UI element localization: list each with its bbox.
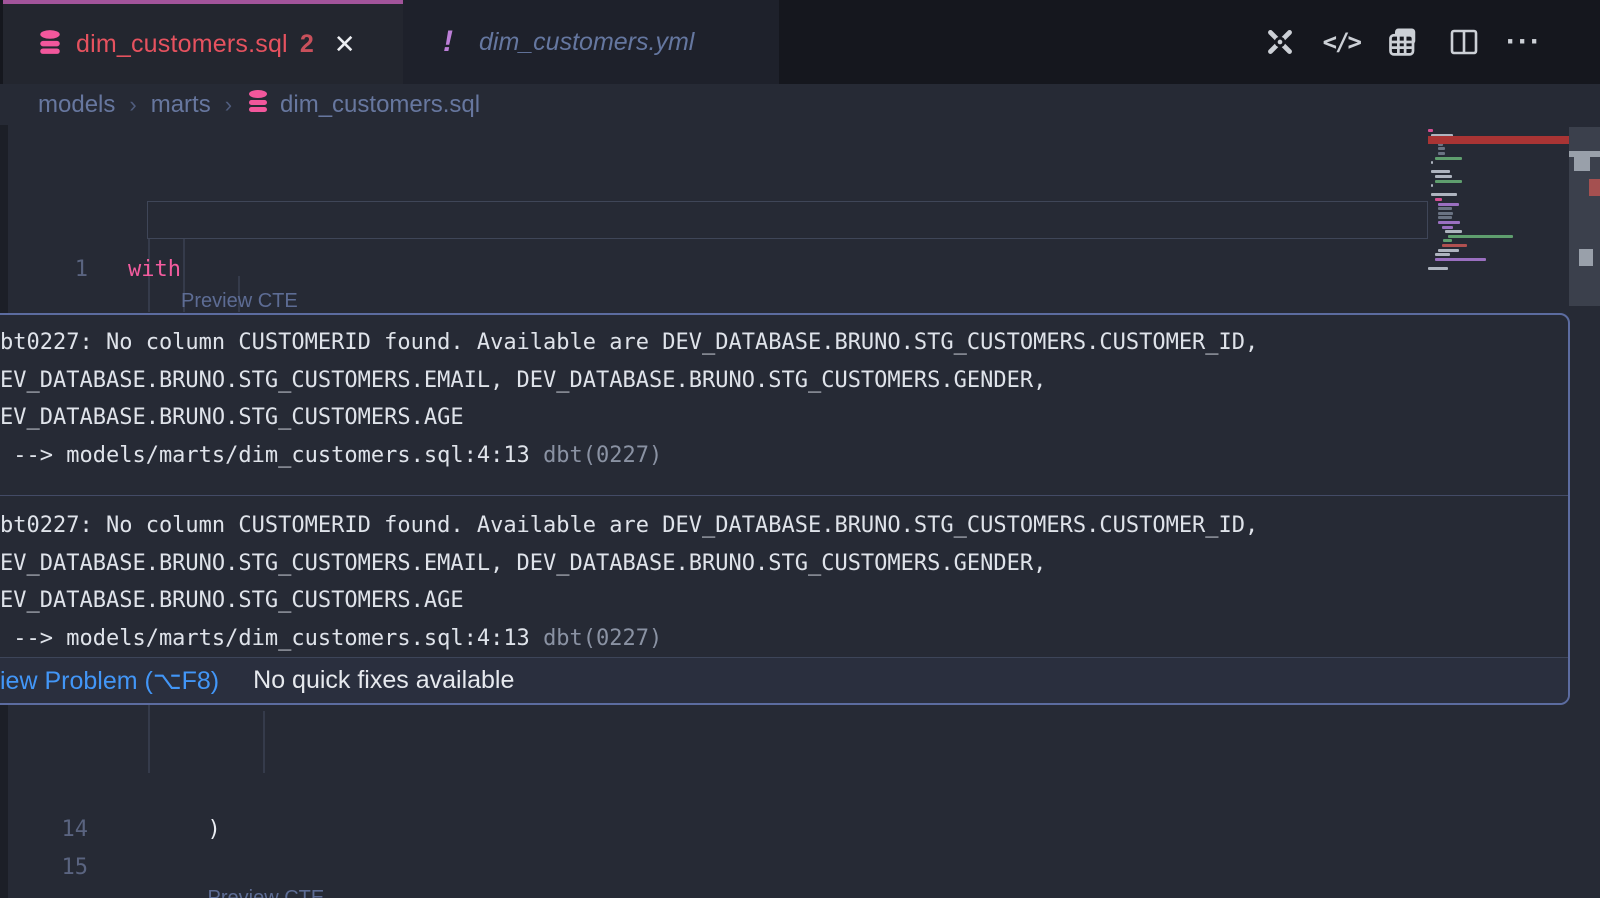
- minimap-line: [1428, 267, 1448, 270]
- line-number: 14: [0, 817, 88, 842]
- minimap-line: [1438, 147, 1445, 150]
- view-problem-link[interactable]: iew Problem (⌥F8): [0, 666, 219, 696]
- scrollbar: [1569, 125, 1600, 898]
- minimap-line: [1431, 170, 1450, 173]
- code-text: with: [128, 257, 181, 282]
- minimap-line: [1438, 212, 1453, 215]
- split-editor-icon[interactable]: [1448, 26, 1480, 58]
- chevron-right-icon: ›: [225, 92, 232, 118]
- minimap-line: [1438, 216, 1452, 219]
- error-message-line: EV_DATABASE.BRUNO.STG_CUSTOMERS.EMAIL, D…: [0, 545, 1560, 583]
- minimap-line: [1445, 230, 1462, 233]
- tab-badge: 2: [300, 30, 314, 59]
- more-actions-icon[interactable]: ···: [1506, 36, 1542, 48]
- query-results-icon[interactable]: [1386, 24, 1422, 60]
- code-token: ): [208, 817, 221, 842]
- code-text: ): [208, 817, 221, 842]
- minimap-line: [1442, 244, 1468, 247]
- dbt-icon[interactable]: [1263, 25, 1297, 59]
- error-location-line: --> models/marts/dim_customers.sql:4:13 …: [0, 620, 1560, 658]
- no-quick-fixes-label: No quick fixes available: [253, 666, 514, 695]
- error-source-code: dbt(0227): [543, 626, 662, 651]
- breadcrumb: models › marts › dim_customers.sql: [0, 84, 1600, 125]
- error-location: --> models/marts/dim_customers.sql:4:13: [0, 443, 543, 468]
- minimap-line: [1435, 180, 1462, 183]
- error-exclamation-icon: !: [443, 25, 453, 59]
- breadcrumb-marts[interactable]: marts: [151, 91, 211, 119]
- minimap-line: [1435, 198, 1442, 201]
- popup-status-bar: iew Problem (⌥F8) No quick fixes availab…: [0, 657, 1570, 703]
- code-lens-preview-cte[interactable]: Preview CTE: [208, 887, 325, 898]
- minimap-line: [1448, 235, 1513, 238]
- minimap-line: [1435, 253, 1450, 256]
- error-location-line: --> models/marts/dim_customers.sql:4:13 …: [0, 437, 1560, 475]
- minimap-line: [1431, 193, 1457, 196]
- minimap-line: [1438, 249, 1458, 252]
- database-icon: [37, 29, 63, 60]
- tab-dim-customers-yml[interactable]: ! dim_customers.yml: [403, 0, 779, 84]
- error-message-2: bt0227: No column CUSTOMERID found. Avai…: [0, 507, 1560, 657]
- error-location: --> models/marts/dim_customers.sql:4:13: [0, 626, 543, 651]
- minimap-line: [1438, 203, 1458, 206]
- code-line-1[interactable]: 1 with: [0, 251, 1430, 288]
- minimap-line: [1435, 258, 1486, 261]
- compile-code-icon[interactable]: </>: [1323, 28, 1360, 56]
- editor-actions-group: </> ···: [1263, 0, 1542, 84]
- minimap-line: [1431, 184, 1433, 187]
- vscode-window: dim_customers.sql 2 ✕ ! dim_customers.ym…: [0, 0, 1600, 898]
- error-message-line: EV_DATABASE.BRUNO.STG_CUSTOMERS.AGE: [0, 582, 1560, 620]
- database-icon: [246, 89, 270, 120]
- overview-ruler-decoration: [1579, 249, 1593, 266]
- tab-label: dim_customers.sql: [76, 30, 288, 59]
- minimap-line: [1431, 161, 1433, 164]
- tab-label: dim_customers.yml: [479, 28, 694, 57]
- error-message-line: EV_DATABASE.BRUNO.STG_CUSTOMERS.EMAIL, D…: [0, 362, 1560, 400]
- code-line-15[interactable]: 15: [0, 849, 1430, 886]
- code-token: with: [128, 257, 181, 282]
- error-hover-popup: bt0227: No column CUSTOMERID found. Avai…: [0, 313, 1570, 705]
- minimap-line: [1428, 129, 1433, 132]
- popup-divider: [0, 495, 1570, 496]
- error-message-line: bt0227: No column CUSTOMERID found. Avai…: [0, 324, 1560, 362]
- overview-ruler-error-decoration: [1589, 179, 1600, 196]
- editor-tab-bar: dim_customers.sql 2 ✕ ! dim_customers.ym…: [0, 0, 1600, 84]
- minimap-line: [1438, 207, 1452, 210]
- minimap-line: [1438, 152, 1445, 155]
- error-message-1: bt0227: No column CUSTOMERID found. Avai…: [0, 315, 1560, 474]
- tab-dim-customers-sql[interactable]: dim_customers.sql 2 ✕: [3, 0, 403, 84]
- minimap-line: [1442, 226, 1454, 229]
- line-number: 1: [0, 257, 88, 282]
- code-line-14[interactable]: 14): [0, 811, 1430, 848]
- breadcrumb-models[interactable]: models: [38, 91, 115, 119]
- error-message-line: bt0227: No column CUSTOMERID found. Avai…: [0, 507, 1560, 545]
- minimap-error-marker: [1428, 136, 1570, 144]
- chevron-right-icon: ›: [129, 92, 136, 118]
- minimap-line: [1438, 221, 1460, 224]
- minimap-line: [1435, 175, 1452, 178]
- close-icon[interactable]: ✕: [334, 31, 356, 57]
- overview-ruler-decoration: [1574, 157, 1590, 171]
- minimap-line: [1443, 239, 1452, 242]
- error-message-line: EV_DATABASE.BRUNO.STG_CUSTOMERS.AGE: [0, 399, 1560, 437]
- indent-guide: [263, 711, 265, 773]
- current-line-highlight: [147, 201, 1428, 239]
- error-source-code: dbt(0227): [543, 443, 662, 468]
- minimap-line: [1435, 157, 1462, 160]
- line-number: 15: [0, 855, 88, 880]
- breadcrumb-file[interactable]: dim_customers.sql: [246, 89, 480, 120]
- code-lens-preview-cte[interactable]: Preview CTE: [181, 290, 298, 313]
